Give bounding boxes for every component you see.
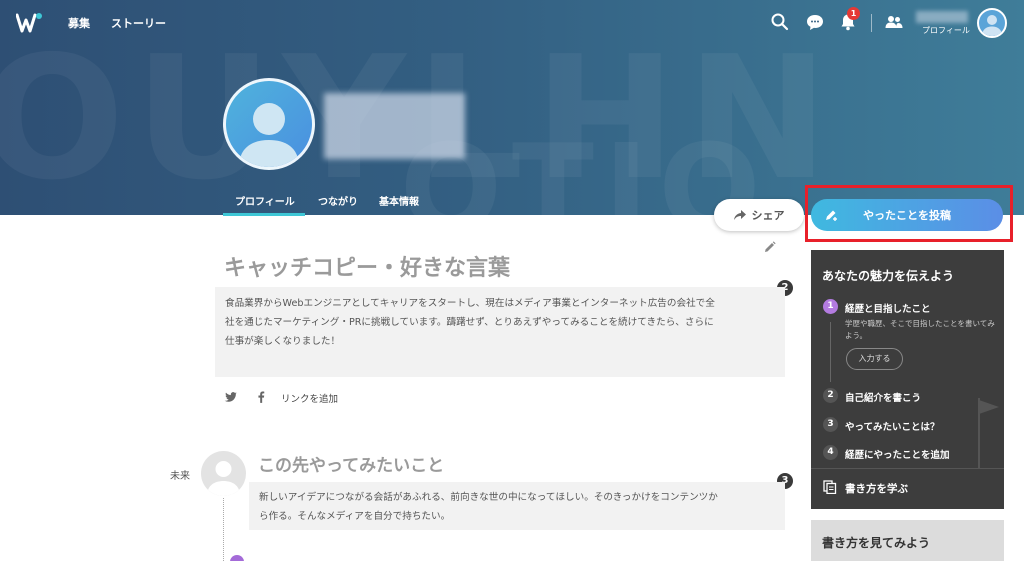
user-silhouette-icon <box>207 461 240 496</box>
nav-separator <box>871 14 872 32</box>
post-label: やったことを投稿 <box>863 209 951 222</box>
future-textbox[interactable]: 新しいアイデアにつながる会話があふれる、前向きな世の中になってほしい。そのきっか… <box>249 482 785 530</box>
future-avatar <box>201 451 246 496</box>
profile-avatar[interactable] <box>223 78 315 170</box>
guide-title: あなたの魅力を伝えよう <box>822 269 955 283</box>
wantedly-logo-icon[interactable] <box>16 12 42 34</box>
future-line: ら作る。そんなメディアを自分で持ちたい。 <box>259 511 451 522</box>
catchcopy-line: 食品業界からWebエンジニアとしてキャリアをスタートし、現在はメディア事業とイン… <box>225 298 715 309</box>
timeline-line <box>223 498 224 561</box>
howto-card[interactable]: 書き方を見てみよう <box>811 520 1004 561</box>
notification-badge: 1 <box>847 7 860 20</box>
pencil-icon[interactable] <box>764 241 776 253</box>
learn-writing-link[interactable]: 書き方を学ぶ <box>845 481 908 496</box>
nav-link-stories[interactable]: ストーリー <box>111 15 166 31</box>
step-number: 2 <box>823 388 838 403</box>
step-label-career[interactable]: 経歴と目指したこと <box>845 301 931 315</box>
share-button[interactable]: シェア <box>714 199 804 231</box>
step-number: 4 <box>823 445 838 460</box>
document-copy-icon <box>823 480 837 494</box>
flag-icon <box>978 398 999 468</box>
active-tab-indicator <box>223 213 305 216</box>
step-number: 3 <box>823 417 838 432</box>
step-description: 学歴や職歴、そこで目指したことを書いてみよう。 <box>845 319 995 340</box>
tab-basic-info[interactable]: 基本情報 <box>379 193 419 208</box>
nav-profile-label[interactable]: プロフィール <box>922 25 970 36</box>
share-arrow-icon <box>733 210 746 220</box>
add-link-button[interactable]: リンクを追加 <box>281 391 338 405</box>
step-connector <box>830 322 831 382</box>
profile-name-blurred <box>324 93 465 159</box>
guide-divider <box>811 468 1004 469</box>
step-label-intro[interactable]: 自己紹介を書こう <box>845 390 921 404</box>
search-icon[interactable] <box>770 12 790 32</box>
future-line: 新しいアイデアにつながる会話があふれる、前向きな世の中になってほしい。そのきっか… <box>259 492 718 503</box>
tab-connections[interactable]: つながり <box>318 193 358 208</box>
pen-plus-icon <box>826 210 837 221</box>
post-activity-button[interactable]: やったことを投稿 <box>811 199 1003 231</box>
facebook-icon[interactable] <box>254 390 268 404</box>
howto-title: 書き方を見てみよう <box>822 536 931 550</box>
catchcopy-title[interactable]: キャッチコピー・好きな言葉 <box>224 250 510 282</box>
tab-profile[interactable]: プロフィール <box>235 193 295 208</box>
user-silhouette-icon <box>982 15 1002 36</box>
user-name-blurred <box>916 11 968 23</box>
step-label-want-to-do[interactable]: やってみたいことは？ <box>845 419 940 433</box>
step-number: 1 <box>823 299 838 314</box>
step-label-add-activity[interactable]: 経歴にやったことを追加 <box>845 447 950 461</box>
connections-icon[interactable] <box>884 12 904 32</box>
timeline-future-label: 未来 <box>170 471 190 482</box>
catchcopy-line: 社を通じたマーケティング・PRに挑戦しています。躊躇せず、とりあえずやってみるこ… <box>225 317 714 328</box>
timeline-dot <box>230 555 244 561</box>
top-nav: 募集 ストーリー 1 プロフィール <box>0 0 1024 46</box>
input-button[interactable]: 入力する <box>846 348 903 370</box>
twitter-icon[interactable] <box>224 390 238 404</box>
nav-avatar[interactable] <box>977 8 1007 38</box>
profile-guide-panel: あなたの魅力を伝えよう 1 経歴と目指したこと 学歴や職歴、そこで目指したことを… <box>811 250 1004 509</box>
chat-icon[interactable] <box>805 12 825 32</box>
nav-link-jobs[interactable]: 募集 <box>68 15 90 31</box>
share-label: シェア <box>751 209 785 222</box>
future-section-title[interactable]: この先やってみたいこと <box>258 451 444 476</box>
user-silhouette-icon <box>239 103 299 167</box>
catchcopy-line: 仕事が楽しくなりました！ <box>225 336 341 347</box>
catchcopy-textbox[interactable]: 食品業界からWebエンジニアとしてキャリアをスタートし、現在はメディア事業とイン… <box>215 287 785 377</box>
